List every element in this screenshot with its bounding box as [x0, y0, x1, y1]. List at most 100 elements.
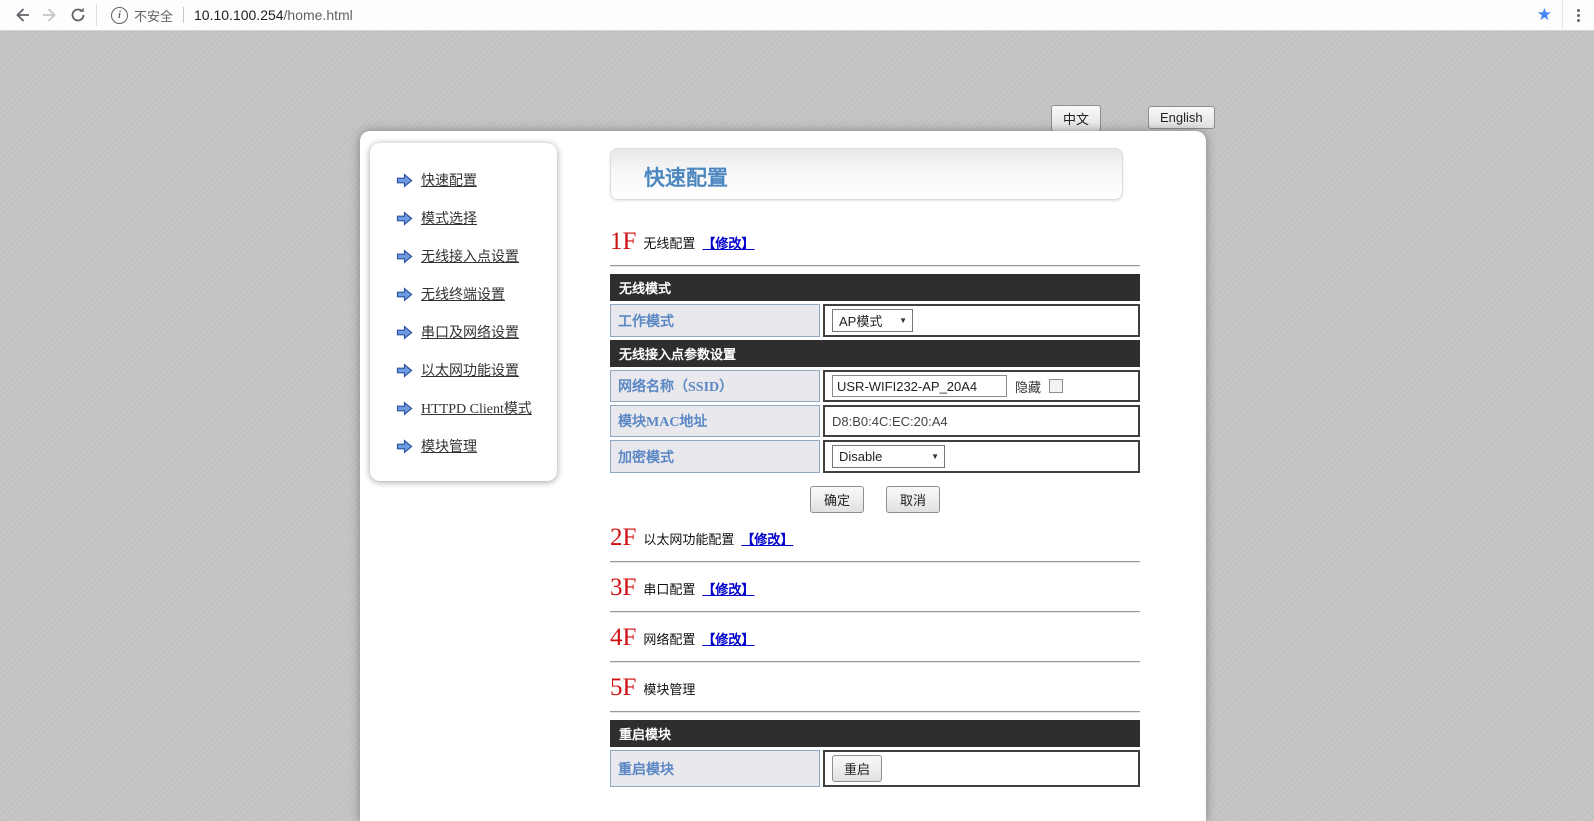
sidebar-link[interactable]: 无线终端设置: [421, 284, 505, 304]
omnibox-divider: [96, 4, 97, 26]
row-label: 加密模式: [610, 440, 820, 473]
floor-label: 3F: [610, 575, 636, 601]
reboot-button[interactable]: 重启: [832, 755, 882, 782]
sidebar-link[interactable]: 以太网功能设置: [421, 360, 519, 380]
row-value-cell: Disable ▼: [823, 440, 1140, 473]
bookmark-star-icon[interactable]: ★: [1527, 5, 1562, 25]
work-mode-select[interactable]: AP模式 ▼: [832, 309, 913, 332]
page-title-banner: 快速配置: [610, 148, 1123, 200]
url-divider: [183, 7, 184, 23]
dropdown-arrow-icon: ▼: [899, 316, 907, 325]
sidebar-item-uart-network[interactable]: 串口及网络设置: [370, 313, 557, 351]
table-row-mac: 模块MAC地址 D8:B0:4C:EC:20:A4: [610, 405, 1140, 437]
section-label: 模块管理: [643, 679, 695, 698]
main-content: 快速配置 1F 无线配置 【修改】 无线模式 工作模式 AP模式 ▼ 无线接入点…: [610, 148, 1140, 787]
sidebar-link[interactable]: 串口及网络设置: [421, 322, 519, 342]
row-value-cell: D8:B0:4C:EC:20:A4: [823, 405, 1140, 437]
floor-label: 2F: [610, 525, 636, 551]
section-1f-heading: 1F 无线配置 【修改】: [610, 229, 1140, 255]
section-2f-heading: 2F 以太网功能配置 【修改】: [610, 525, 1140, 551]
info-icon[interactable]: i: [111, 7, 128, 24]
ssid-hidden-checkbox[interactable]: [1049, 379, 1063, 393]
table-header-reboot: 重启模块: [610, 720, 1140, 747]
language-english-button[interactable]: English: [1148, 106, 1215, 129]
mac-address-value: D8:B0:4C:EC:20:A4: [832, 414, 948, 429]
sidebar-item-httpd-client[interactable]: HTTPD Client模式: [370, 389, 557, 427]
forward-icon[interactable]: [36, 1, 64, 29]
floor-label: 4F: [610, 625, 636, 651]
floor-label: 5F: [610, 675, 636, 701]
sidebar-item-ap-settings[interactable]: 无线接入点设置: [370, 237, 557, 275]
section-3f-heading: 3F 串口配置 【修改】: [610, 575, 1140, 601]
row-value-cell: AP模式 ▼: [823, 304, 1140, 337]
row-label: 重启模块: [610, 750, 820, 787]
arrow-right-icon: [396, 249, 413, 264]
dropdown-arrow-icon: ▼: [931, 452, 939, 461]
back-icon[interactable]: [8, 1, 36, 29]
arrow-right-icon: [396, 401, 413, 416]
address-bar[interactable]: 10.10.100.254/home.html: [194, 7, 353, 23]
table-row-work-mode: 工作模式 AP模式 ▼: [610, 304, 1140, 337]
url-path: /home.html: [284, 7, 353, 23]
sidebar-item-quick-config[interactable]: 快速配置: [370, 161, 557, 199]
floor-label: 1F: [610, 229, 636, 255]
reload-icon[interactable]: [64, 1, 92, 29]
arrow-right-icon: [396, 363, 413, 378]
table-row-encryption: 加密模式 Disable ▼: [610, 440, 1140, 473]
modify-link-uart[interactable]: 【修改】: [702, 579, 754, 598]
arrow-right-icon: [396, 325, 413, 340]
sidebar-item-module-admin[interactable]: 模块管理: [370, 427, 557, 465]
sidebar-link[interactable]: HTTPD Client模式: [421, 398, 532, 418]
row-label: 模块MAC地址: [610, 405, 820, 437]
section-label: 串口配置: [643, 579, 695, 598]
ssid-input[interactable]: [832, 375, 1007, 397]
sidebar-link[interactable]: 快速配置: [421, 170, 477, 190]
table-row-ssid: 网络名称（SSID） 隐藏: [610, 370, 1140, 402]
sidebar-item-mode-select[interactable]: 模式选择: [370, 199, 557, 237]
section-label: 无线配置: [643, 233, 695, 252]
section-divider: [610, 661, 1140, 663]
sidebar-link[interactable]: 模式选择: [421, 208, 477, 228]
modify-link-wireless[interactable]: 【修改】: [702, 233, 754, 252]
modify-link-network[interactable]: 【修改】: [702, 629, 754, 648]
section-5f-heading: 5F 模块管理: [610, 675, 1140, 701]
security-label[interactable]: 不安全: [134, 6, 173, 25]
row-label: 工作模式: [610, 304, 820, 337]
reboot-table: 重启模块 重启模块 重启: [610, 720, 1140, 787]
sidebar-nav: 快速配置 模式选择 无线接入点设置 无线终端设置 串口及网络设置 以太网功能设置…: [370, 143, 557, 481]
wireless-config-table: 无线模式 工作模式 AP模式 ▼ 无线接入点参数设置 网络名称（SSID） 隐藏: [610, 274, 1140, 473]
arrow-right-icon: [396, 211, 413, 226]
work-mode-selected-value: AP模式: [839, 311, 882, 330]
table-header-wireless-mode: 无线模式: [610, 274, 1140, 301]
arrow-right-icon: [396, 173, 413, 188]
section-label: 以太网功能配置: [643, 529, 734, 548]
section-divider: [610, 265, 1140, 267]
sidebar-link[interactable]: 无线接入点设置: [421, 246, 519, 266]
ok-button[interactable]: 确定: [810, 486, 864, 513]
section-divider: [610, 561, 1140, 563]
sidebar-item-ethernet[interactable]: 以太网功能设置: [370, 351, 557, 389]
section-divider: [610, 611, 1140, 613]
row-value-cell: 重启: [823, 750, 1140, 787]
sidebar-link[interactable]: 模块管理: [421, 436, 477, 456]
encryption-select[interactable]: Disable ▼: [832, 445, 945, 468]
row-value-cell: 隐藏: [823, 370, 1140, 402]
ssid-hidden-label: 隐藏: [1015, 377, 1041, 396]
row-label: 网络名称（SSID）: [610, 370, 820, 402]
section-divider: [610, 711, 1140, 713]
browser-menu-icon[interactable]: [1563, 9, 1594, 22]
arrow-right-icon: [396, 439, 413, 454]
browser-toolbar: i 不安全 10.10.100.254/home.html ★: [0, 0, 1594, 31]
cancel-button[interactable]: 取消: [886, 486, 940, 513]
url-host: 10.10.100.254: [194, 7, 284, 23]
table-header-ap-params: 无线接入点参数设置: [610, 340, 1140, 367]
form-buttons-row: 确定 取消: [610, 486, 1140, 513]
table-row-reboot: 重启模块 重启: [610, 750, 1140, 787]
page-title: 快速配置: [611, 149, 1122, 192]
content-panel: 快速配置 模式选择 无线接入点设置 无线终端设置 串口及网络设置 以太网功能设置…: [360, 131, 1206, 821]
sidebar-item-sta-settings[interactable]: 无线终端设置: [370, 275, 557, 313]
encryption-selected-value: Disable: [839, 449, 882, 464]
modify-link-ethernet[interactable]: 【修改】: [741, 529, 793, 548]
language-chinese-button[interactable]: 中文: [1051, 105, 1101, 132]
section-label: 网络配置: [643, 629, 695, 648]
